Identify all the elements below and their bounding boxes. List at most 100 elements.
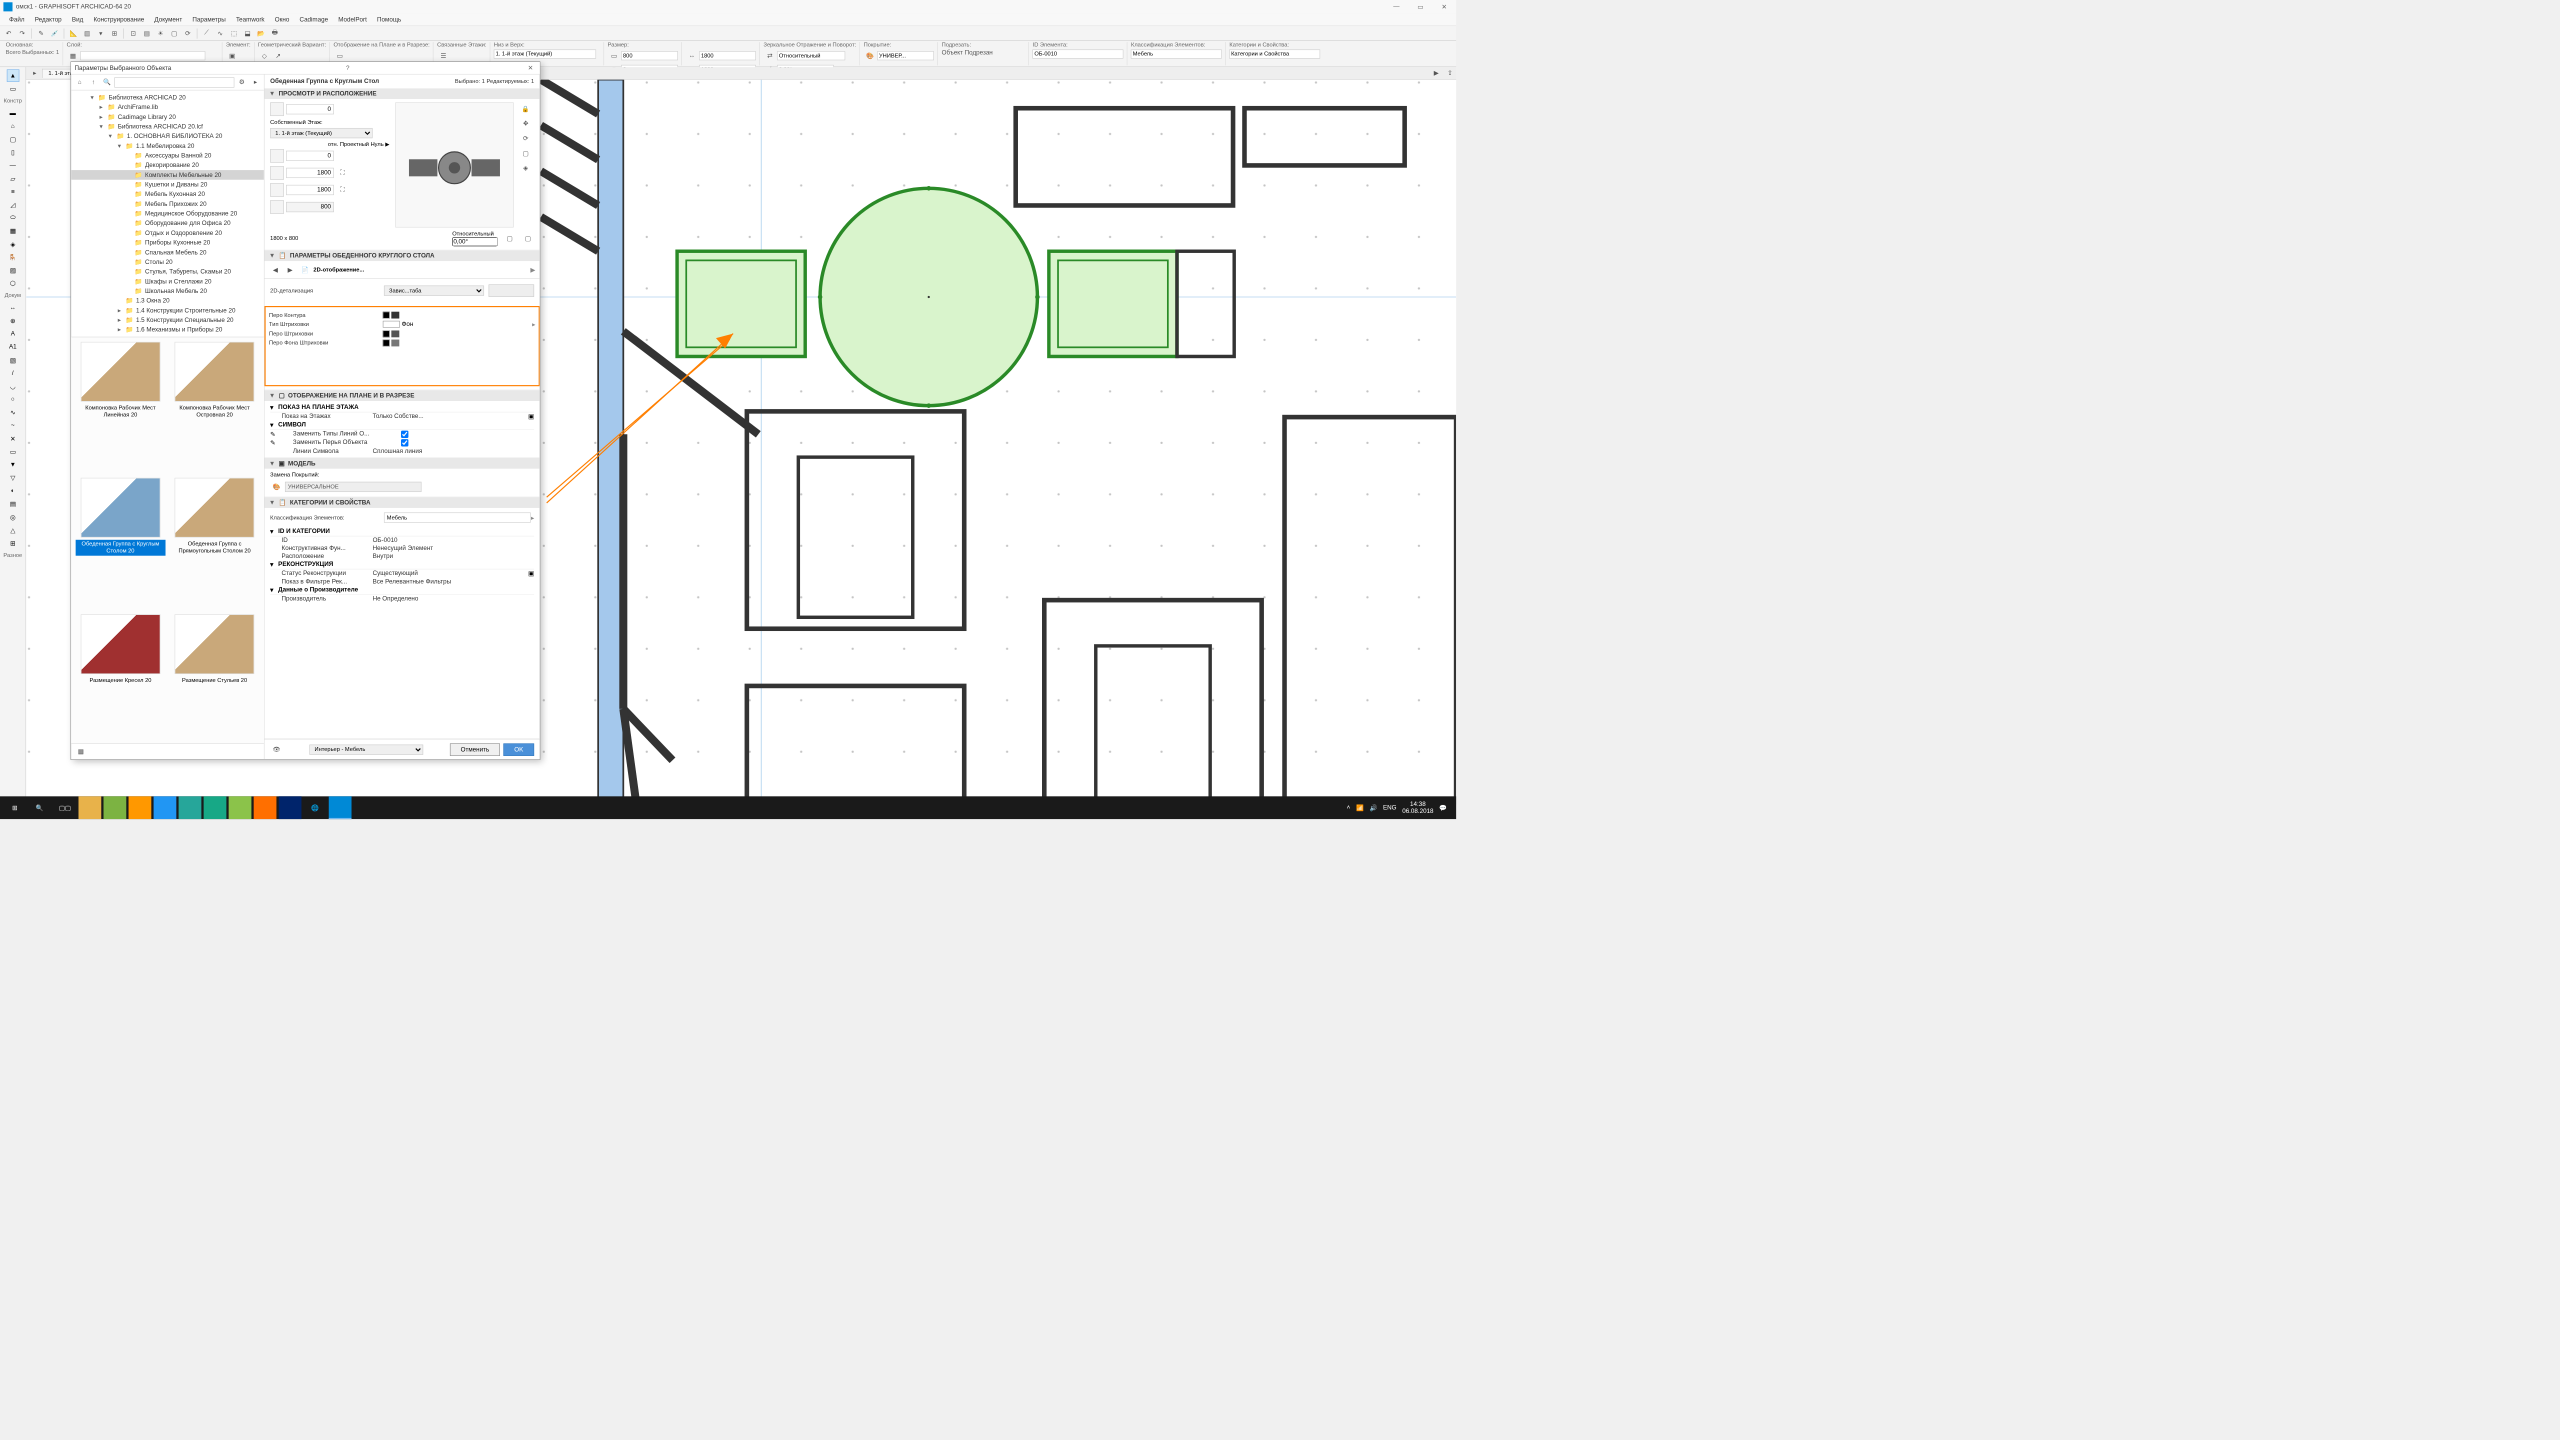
class-select[interactable] (384, 513, 531, 523)
tree-item[interactable]: ▾📁Библиотека ARCHICAD 20 (71, 93, 264, 103)
library-item[interactable]: Компоновка Рабочих Мест Островная 20 (170, 342, 260, 474)
polyline-tool[interactable]: ∿ (7, 406, 20, 419)
tree-item[interactable]: 📁Мебель Кухонная 20 (71, 189, 264, 199)
label-tool[interactable]: A1 (7, 341, 20, 354)
maximize-icon[interactable]: ▭ (1408, 0, 1432, 14)
preview-in1[interactable] (286, 151, 334, 161)
surf-btn-icon[interactable]: 🎨 (270, 481, 283, 494)
layer-select[interactable] (80, 51, 205, 60)
tab-right-icon[interactable]: ▶ (1430, 67, 1443, 80)
tree-item[interactable]: 📁Приборы Кухонные 20 (71, 238, 264, 248)
lib-search-input[interactable] (114, 77, 234, 87)
library-item[interactable]: Компоновка Рабочих Мест Линейная 20 (76, 342, 166, 474)
h-input2[interactable] (286, 185, 334, 195)
geom2-icon[interactable]: ↗ (272, 49, 285, 62)
tree-item[interactable]: ▸📁1.4 Конструкции Строительные 20 (71, 305, 264, 315)
profile-icon[interactable]: ⬚ (228, 27, 241, 40)
tree-item[interactable]: 📁Школьная Мебель 20 (71, 286, 264, 296)
param-tab-label[interactable]: 2D-отображение... (313, 266, 364, 272)
layer-eye-icon[interactable]: 👁 (270, 743, 283, 756)
mirror2-icon[interactable]: ▢ (522, 232, 535, 245)
app2-icon[interactable] (104, 796, 127, 819)
tray-lang[interactable]: ENG (1383, 804, 1397, 811)
s3r4v[interactable]: Сплошная линия (373, 448, 535, 455)
tree-item[interactable]: 📁Стулья, Табуреты, Скамьи 20 (71, 267, 264, 277)
lib-up-icon[interactable]: ↑ (87, 76, 100, 89)
tray-notif-icon[interactable]: 💬 (1439, 804, 1447, 811)
measure-icon[interactable]: ⟋ (200, 27, 213, 40)
param-tab-icon[interactable]: 📄 (299, 263, 312, 276)
ruler-icon[interactable]: 📐 (67, 27, 80, 40)
tree-item[interactable]: 📁Оборудование для Офиса 20 (71, 218, 264, 228)
grid-tool2[interactable]: ⊞ (7, 537, 20, 550)
size1-input[interactable] (621, 51, 678, 60)
dialog-close-icon[interactable]: ✕ (524, 64, 536, 71)
level-tool[interactable]: ⊕ (7, 315, 20, 328)
tree-item[interactable]: 📁Комплекты Мебельные 20 (71, 170, 264, 180)
tree-item[interactable]: 📁Кушетки и Диваны 20 (71, 180, 264, 190)
worksheet-tool[interactable]: ▤ (7, 498, 20, 511)
display-icon[interactable]: ▭ (333, 49, 346, 62)
mirror-icon[interactable]: ⇄ (764, 49, 777, 62)
curtain-tool[interactable]: ▦ (7, 225, 20, 238)
ps-icon[interactable] (279, 796, 302, 819)
section-icon[interactable]: ⬓ (241, 27, 254, 40)
height-select[interactable] (494, 49, 596, 58)
param-next-icon[interactable]: ▶ (284, 263, 297, 276)
wall-tool[interactable]: ▬ (7, 107, 20, 120)
ie-tool[interactable]: ◐ (7, 485, 20, 498)
marquee-tool[interactable]: ▭ (7, 82, 20, 95)
pv-rotate-icon[interactable]: ⟳ (519, 132, 532, 145)
library-item[interactable]: Обеденная Группа с Круглым Столом 20 (76, 478, 166, 610)
library-tree[interactable]: ▾📁Библиотека ARCHICAD 20▸📁ArchiFrame.lib… (71, 90, 264, 336)
window-tool[interactable]: ▢ (7, 133, 20, 146)
id-input[interactable] (1033, 49, 1124, 58)
app6-icon[interactable] (204, 796, 227, 819)
wall-icon[interactable]: ∿ (214, 27, 227, 40)
tree-item[interactable]: ▸📁ArchiFrame.lib (71, 102, 264, 112)
lib-search-icon[interactable]: 🔍 (101, 76, 114, 89)
geom1-icon[interactable]: ◇ (258, 49, 271, 62)
undo-icon[interactable]: ↶ (2, 27, 15, 40)
tree-item[interactable]: 📁1.3 Окна 20 (71, 296, 264, 306)
pv-move-icon[interactable]: ✥ (519, 117, 532, 130)
taskview-icon[interactable]: ▢▢ (53, 796, 76, 819)
app7-icon[interactable] (229, 796, 252, 819)
layers-icon[interactable]: ▤ (140, 27, 153, 40)
preview-in0[interactable] (286, 104, 334, 114)
fill-tool[interactable]: ▧ (7, 354, 20, 367)
w-input[interactable] (699, 51, 756, 60)
sun-icon[interactable]: ☀ (154, 27, 167, 40)
print-icon[interactable]: 🖶 (268, 27, 281, 40)
menu-help[interactable]: Помощь (373, 15, 406, 25)
s5v4[interactable]: Существующий (373, 570, 529, 577)
shell-tool[interactable]: ⬭ (7, 212, 20, 225)
door-tool[interactable]: ⌂ (7, 120, 20, 133)
tree-item[interactable]: 📁Спальная Мебель 20 (71, 247, 264, 257)
s5v5[interactable]: Все Релевантные Фильтры (373, 579, 535, 586)
beam-tool[interactable]: — (7, 159, 20, 172)
circle-tool[interactable]: ○ (7, 393, 20, 406)
dimension-tool[interactable]: ↔ (7, 301, 20, 314)
slab-tool[interactable]: ▱ (7, 172, 20, 185)
tab-share-icon[interactable]: ⇪ (1444, 67, 1457, 80)
arc-tool[interactable]: ◡ (7, 380, 20, 393)
rel-sel[interactable] (777, 51, 845, 60)
s5v2[interactable]: Ненесущий Элемент (373, 545, 535, 552)
sec-preview-header[interactable]: ПРОСМОТР И РАСПОЛОЖЕНИЕ (279, 90, 377, 97)
pv-lock-icon[interactable]: 🔒 (519, 102, 532, 115)
app5-icon[interactable] (179, 796, 202, 819)
chrome-icon[interactable]: 🌐 (304, 796, 327, 819)
syringe-icon[interactable]: 💉 (48, 27, 61, 40)
open-icon[interactable]: 📂 (255, 27, 268, 40)
surf-icon[interactable]: 🎨 (864, 49, 877, 62)
grid-icon[interactable]: ⊞ (108, 27, 121, 40)
detail-select[interactable]: Завис...таба (384, 286, 484, 296)
tree-item[interactable]: 📁Столы 20 (71, 257, 264, 267)
menu-teamwork[interactable]: Teamwork (231, 15, 269, 25)
link1-icon[interactable]: ⛶ (336, 167, 349, 180)
tree-item[interactable]: ▸📁Cadimage Library 20 (71, 112, 264, 122)
explorer-icon[interactable] (78, 796, 101, 819)
mesh-tool[interactable]: ⬡ (7, 277, 20, 290)
tree-item[interactable]: 📁Аксессуары Ванной 20 (71, 151, 264, 161)
